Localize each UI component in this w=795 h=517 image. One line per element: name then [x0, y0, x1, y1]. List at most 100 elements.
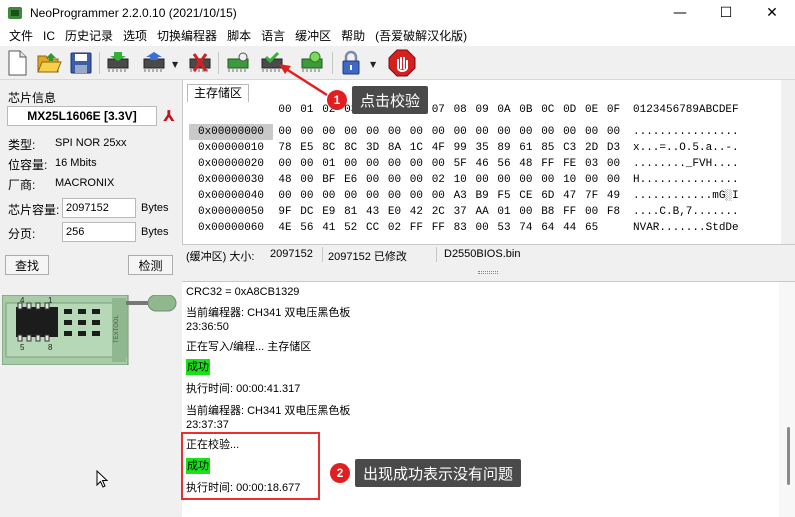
hex-byte[interactable]: 03	[583, 156, 601, 172]
hex-byte[interactable]: 00	[473, 220, 491, 236]
hex-byte[interactable]: E0	[386, 204, 404, 220]
hex-byte[interactable]: 00	[429, 124, 447, 140]
hex-byte[interactable]: 02	[386, 220, 404, 236]
hex-byte[interactable]: FF	[429, 220, 447, 236]
hex-row[interactable]: 0x00000010 78 E5 8C 8C 3D 8A 1C 4F 99 35 89 61 85 C3 2D…	[183, 140, 781, 156]
hex-byte[interactable]: B8	[539, 204, 557, 220]
hex-byte[interactable]: 00	[364, 172, 382, 188]
hex-byte[interactable]: 74	[517, 220, 535, 236]
close-button[interactable]: ✕	[749, 0, 795, 26]
hex-byte[interactable]: B9	[473, 188, 491, 204]
hex-byte[interactable]: 81	[342, 204, 360, 220]
hex-byte[interactable]: 00	[429, 188, 447, 204]
menu-history[interactable]: 历史记录	[60, 26, 118, 46]
hex-byte[interactable]: 02	[429, 172, 447, 188]
hex-byte[interactable]: 64	[539, 220, 557, 236]
hex-byte[interactable]: E5	[298, 140, 316, 156]
hex-row[interactable]: 0x00000040 00 00 00 00 00 00 00 00 A3 B9 F5 CE 6D 47 7F…	[183, 188, 781, 204]
hex-byte[interactable]: 00	[407, 156, 425, 172]
hex-byte[interactable]: E6	[342, 172, 360, 188]
hex-byte[interactable]: E9	[320, 204, 338, 220]
menu-switch-programmer[interactable]: 切换编程器	[152, 26, 222, 46]
hex-byte[interactable]: 00	[320, 124, 338, 140]
hex-byte[interactable]: 44	[561, 220, 579, 236]
hex-byte[interactable]: 4F	[429, 140, 447, 156]
menu-options[interactable]: 选项	[118, 26, 152, 46]
hex-byte[interactable]: 00	[386, 156, 404, 172]
hex-byte[interactable]: FE	[561, 156, 579, 172]
hex-byte[interactable]: 52	[342, 220, 360, 236]
hex-byte[interactable]: 78	[276, 140, 294, 156]
hex-byte[interactable]: 00	[605, 172, 623, 188]
hex-byte[interactable]: C3	[561, 140, 579, 156]
hex-byte[interactable]: 00	[495, 124, 513, 140]
save-disk-icon[interactable]	[67, 49, 95, 77]
hex-byte[interactable]: 1C	[407, 140, 425, 156]
chevron-down-icon[interactable]: ▼	[370, 60, 376, 69]
hex-byte[interactable]: 01	[495, 204, 513, 220]
hex-byte[interactable]: 00	[364, 156, 382, 172]
hex-byte[interactable]: 00	[539, 172, 557, 188]
menu-file[interactable]: 文件	[4, 26, 38, 46]
menu-language[interactable]: 语言	[256, 26, 290, 46]
hex-byte[interactable]: AA	[473, 204, 491, 220]
menu-help[interactable]: 帮助	[336, 26, 370, 46]
hex-row[interactable]: 0x00000020 00 00 01 00 00 00 00 00 5F 46 56 48 FF FE 03…	[183, 156, 781, 172]
hex-byte[interactable]: 01	[320, 156, 338, 172]
hex-byte[interactable]: 00	[583, 124, 601, 140]
hex-byte[interactable]: 9F	[276, 204, 294, 220]
hex-byte[interactable]: D3	[605, 140, 623, 156]
hex-byte[interactable]: CC	[364, 220, 382, 236]
hex-byte[interactable]: 85	[539, 140, 557, 156]
open-folder-icon[interactable]	[35, 49, 63, 77]
hex-byte[interactable]: 00	[539, 124, 557, 140]
hex-byte[interactable]: 35	[473, 140, 491, 156]
hex-byte[interactable]: 43	[364, 204, 382, 220]
pdf-datasheet-icon[interactable]: ⅄	[160, 107, 178, 125]
hex-byte[interactable]: 00	[342, 156, 360, 172]
hex-byte[interactable]: F8	[605, 204, 623, 220]
hex-byte[interactable]: 00	[386, 188, 404, 204]
menu-buffer[interactable]: 缓冲区	[290, 26, 336, 46]
hex-byte[interactable]: DC	[298, 204, 316, 220]
detect-button[interactable]: 检测	[128, 255, 173, 275]
minimize-button[interactable]: —	[657, 0, 703, 26]
hex-byte[interactable]: 00	[298, 156, 316, 172]
hex-byte[interactable]: BF	[320, 172, 338, 188]
hex-row[interactable]: 0x00000050 9F DC E9 81 43 E0 42 2C 37 AA 01 00 B8 FF 00…	[183, 204, 781, 220]
hex-byte[interactable]: 65	[583, 220, 601, 236]
hex-byte[interactable]: 00	[320, 188, 338, 204]
panel-splitter[interactable]	[182, 264, 795, 282]
hex-byte[interactable]: 00	[451, 124, 469, 140]
hex-byte[interactable]: 89	[495, 140, 513, 156]
hex-byte[interactable]: 00	[364, 188, 382, 204]
hex-byte[interactable]: 48	[276, 172, 294, 188]
hex-byte[interactable]: 47	[561, 188, 579, 204]
hex-byte[interactable]: 56	[298, 220, 316, 236]
hex-byte[interactable]: 10	[451, 172, 469, 188]
stop-icon[interactable]	[388, 49, 416, 77]
hex-byte[interactable]: 42	[407, 204, 425, 220]
hex-byte[interactable]: 00	[298, 188, 316, 204]
hex-byte[interactable]: 00	[473, 172, 491, 188]
hex-byte[interactable]: CE	[517, 188, 535, 204]
hex-byte[interactable]: 41	[320, 220, 338, 236]
hex-byte[interactable]: 00	[342, 124, 360, 140]
find-button[interactable]: 查找	[5, 255, 49, 275]
hex-byte[interactable]: 00	[276, 188, 294, 204]
menu-script[interactable]: 脚本	[222, 26, 256, 46]
hex-byte[interactable]: 00	[298, 172, 316, 188]
page-field[interactable]: 256	[62, 222, 136, 242]
menu-ic[interactable]: IC	[38, 26, 60, 46]
hex-byte[interactable]: 99	[451, 140, 469, 156]
hex-byte[interactable]: FF	[407, 220, 425, 236]
hex-byte[interactable]: 37	[451, 204, 469, 220]
hex-byte[interactable]: 00	[407, 124, 425, 140]
hex-byte[interactable]: F5	[495, 188, 513, 204]
hex-byte[interactable]: 8C	[342, 140, 360, 156]
hex-scrollbar[interactable]	[781, 80, 795, 244]
hex-byte[interactable]: 48	[517, 156, 535, 172]
program-chip-icon[interactable]	[140, 49, 168, 77]
hex-byte[interactable]: 00	[583, 172, 601, 188]
hex-byte[interactable]: 00	[561, 124, 579, 140]
